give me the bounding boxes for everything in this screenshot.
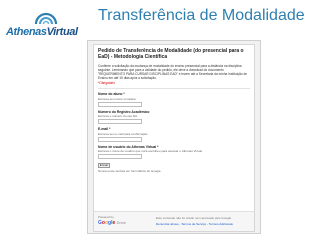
google-form: Pedido de Transferência de Modalidade (d… (93, 44, 255, 232)
logo-arcs-icon (34, 12, 58, 25)
question-help: Escreva o número do seu RA (98, 114, 138, 118)
form-footer: Powered by Google Drive Este conteúdo nã… (94, 211, 254, 231)
google-drive-logo: Google Drive (98, 220, 126, 226)
slide-title: Transferência de Modalidade (98, 7, 305, 24)
logo-text: AthenasVirtual (6, 26, 78, 38)
question-help: Escreva seu nome completo (98, 96, 136, 101)
username-input[interactable] (98, 154, 142, 159)
question-help: Escreva o nome de usuário que você escol… (98, 149, 203, 153)
footer-disclaimer: Este conteúdo não foi criado nem aprovad… (156, 216, 232, 220)
form-header: Pedido de Transferência de Modalidade (d… (94, 45, 254, 62)
field-email: E-mail * Escreva seu e-mail para confirm… (94, 125, 254, 143)
footer-links[interactable]: Denunciar abuso - Termos de Serviço - Te… (156, 222, 233, 226)
field-registration-number: Número do Registro Acadêmico Escreva o n… (94, 108, 254, 126)
question-help: Escreva seu e-mail para confirmação (98, 131, 148, 136)
required-note: *Obrigatório (98, 81, 116, 85)
athenas-virtual-logo: AthenasVirtual (6, 4, 90, 38)
drive-label: Drive (116, 220, 126, 225)
password-warning: Nunca envie senhas em formulários do Goo… (98, 169, 162, 173)
email-input[interactable] (98, 136, 142, 142)
form-description: Confirme a solicitação da mudança de mod… (98, 64, 247, 80)
field-username: Nome de usuário do Athenas Virtual * Esc… (94, 143, 254, 161)
registration-number-input[interactable] (98, 119, 142, 124)
powered-by-label: Powered by (98, 215, 114, 219)
screenshot-frame: Pedido de Transferência de Modalidade (d… (87, 40, 261, 234)
form-title: Pedido de Transferência de Modalidade (d… (98, 48, 244, 60)
student-name-input[interactable] (98, 101, 142, 107)
field-student-name: Nome do aluno * Escreva seu nome complet… (94, 90, 254, 108)
divider (98, 88, 250, 89)
